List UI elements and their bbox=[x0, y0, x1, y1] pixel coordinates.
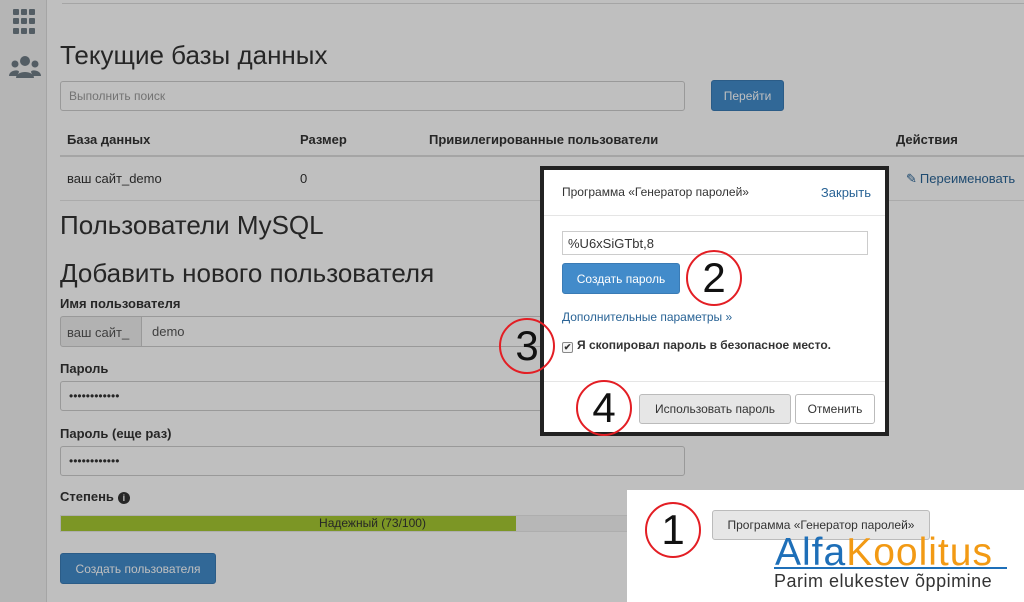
cancel-button[interactable]: Отменить bbox=[795, 394, 875, 424]
copied-checkbox-label: Я скопировал пароль в безопасное место. bbox=[577, 338, 831, 352]
create-password-button[interactable]: Создать пароль bbox=[562, 263, 680, 294]
modal-title: Программа «Генератор паролей» bbox=[562, 185, 749, 199]
modal-header-divider bbox=[544, 215, 885, 216]
callout-4: 4 bbox=[576, 380, 632, 436]
advanced-options-link[interactable]: Дополнительные параметры » bbox=[562, 310, 732, 324]
callout-3: 3 bbox=[499, 318, 555, 374]
copied-confirm-row[interactable]: ✔ Я скопировал пароль в безопасное место. bbox=[562, 338, 831, 353]
use-password-button[interactable]: Использовать пароль bbox=[639, 394, 791, 424]
copied-checkbox[interactable]: ✔ bbox=[562, 342, 573, 353]
callout-1: 1 bbox=[645, 502, 701, 558]
brand-tagline: Parim elukestev õppimine bbox=[774, 571, 993, 591]
callout-2: 2 bbox=[686, 250, 742, 306]
modal-close-link[interactable]: Закрыть bbox=[821, 185, 871, 200]
brand-underline bbox=[774, 567, 1007, 569]
